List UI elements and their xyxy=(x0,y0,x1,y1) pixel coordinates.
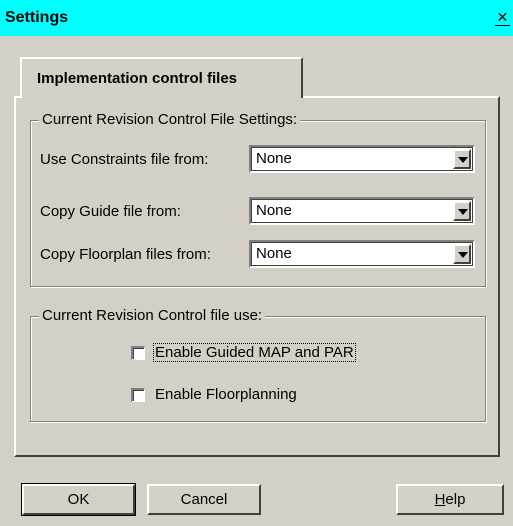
dropdown-arrow-button[interactable] xyxy=(453,149,471,169)
dropdown-arrow-button[interactable] xyxy=(453,201,471,221)
guide-file-label: Copy Guide file from: xyxy=(40,203,181,220)
group-legend: Current Revision Control file use: xyxy=(39,307,266,324)
chevron-down-icon xyxy=(458,252,468,258)
dropdown-value: None xyxy=(256,150,292,167)
floorplanning-label[interactable]: Enable Floorplanning xyxy=(154,386,298,403)
ok-button[interactable]: OK xyxy=(21,483,136,516)
title-bar: Settings ✕ xyxy=(0,0,513,36)
dropdown-value: None xyxy=(256,245,292,262)
tab-panel: Current Revision Control File Settings: … xyxy=(14,96,500,457)
floorplanning-checkbox[interactable] xyxy=(131,388,145,402)
chevron-down-icon xyxy=(458,157,468,163)
dropdown-value: None xyxy=(256,202,292,219)
revision-settings-group: Current Revision Control File Settings: … xyxy=(30,111,486,287)
cancel-button[interactable]: Cancel xyxy=(147,484,261,515)
dropdown-arrow-button[interactable] xyxy=(453,244,471,264)
tab-implementation-control-files[interactable]: Implementation control files xyxy=(20,57,303,98)
guided-map-par-label[interactable]: Enable Guided MAP and PAR xyxy=(153,343,356,362)
revision-use-group: Current Revision Control file use: Enabl… xyxy=(30,307,486,422)
close-icon[interactable]: ✕ xyxy=(495,11,510,26)
floorplan-files-label: Copy Floorplan files from: xyxy=(40,246,211,263)
constraints-dropdown[interactable]: None xyxy=(249,145,475,173)
help-button[interactable]: Help xyxy=(396,484,504,515)
window-title: Settings xyxy=(5,9,69,26)
tab-label: Implementation control files xyxy=(37,70,238,87)
constraints-label: Use Constraints file from: xyxy=(40,151,209,168)
group-legend: Current Revision Control File Settings: xyxy=(39,111,301,128)
settings-dialog: Settings ✕ Implementation control files … xyxy=(0,0,513,526)
floorplan-files-dropdown[interactable]: None xyxy=(249,240,475,268)
chevron-down-icon xyxy=(458,209,468,215)
guided-map-par-checkbox[interactable] xyxy=(131,346,145,360)
guide-file-dropdown[interactable]: None xyxy=(249,197,475,225)
